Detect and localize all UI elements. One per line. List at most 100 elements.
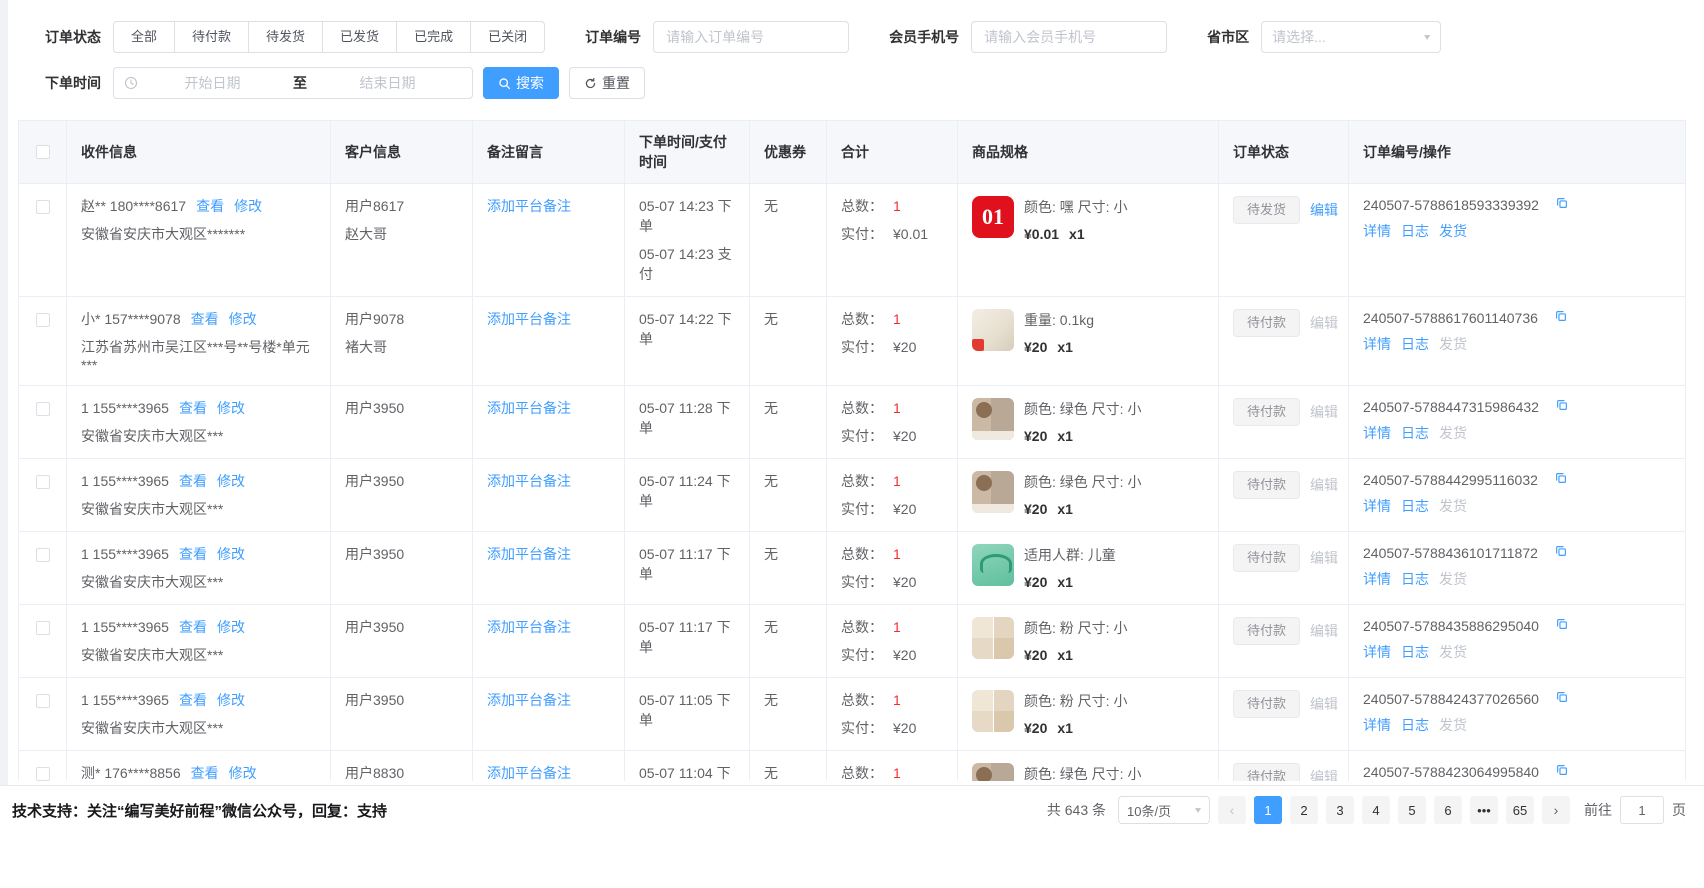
row-checkbox[interactable]: [36, 621, 50, 635]
ship-link[interactable]: 发货: [1439, 715, 1467, 735]
pagination-page-1[interactable]: 1: [1254, 796, 1282, 824]
ship-link[interactable]: 发货: [1439, 423, 1467, 443]
log-link[interactable]: 日志: [1401, 221, 1429, 241]
goto-page-input[interactable]: [1620, 796, 1664, 824]
add-platform-remark-link[interactable]: 添加平台备注: [487, 398, 610, 418]
detail-link[interactable]: 详情: [1363, 221, 1391, 241]
row-checkbox[interactable]: [36, 548, 50, 562]
view-link[interactable]: 查看: [196, 196, 224, 216]
pagination-page-5[interactable]: 5: [1398, 796, 1426, 824]
log-link[interactable]: 日志: [1401, 496, 1429, 516]
add-platform-remark-link[interactable]: 添加平台备注: [487, 309, 610, 329]
column-header-订单状态: 订单状态: [1219, 121, 1349, 183]
view-link[interactable]: 查看: [191, 309, 219, 329]
modify-link[interactable]: 修改: [217, 471, 245, 491]
phone-input[interactable]: [971, 21, 1167, 53]
edit-link[interactable]: 编辑: [1310, 621, 1338, 641]
ship-link[interactable]: 发货: [1439, 496, 1467, 516]
copy-icon[interactable]: [1555, 196, 1569, 213]
date-range-picker[interactable]: 开始日期 至 结束日期: [113, 67, 473, 99]
view-link[interactable]: 查看: [179, 398, 207, 418]
status-filter-已完成[interactable]: 已完成: [396, 21, 471, 53]
pagination-page-3[interactable]: 3: [1326, 796, 1354, 824]
log-link[interactable]: 日志: [1401, 642, 1429, 662]
pagination-prev-button[interactable]: ‹: [1218, 796, 1246, 824]
row-checkbox[interactable]: [36, 402, 50, 416]
product-price: ¥0.01: [1024, 226, 1059, 242]
detail-link[interactable]: 详情: [1363, 334, 1391, 354]
edit-link[interactable]: 编辑: [1310, 402, 1338, 422]
modify-link[interactable]: 修改: [217, 544, 245, 564]
log-link[interactable]: 日志: [1401, 423, 1429, 443]
coupon-cell: 无: [750, 297, 827, 385]
add-platform-remark-link[interactable]: 添加平台备注: [487, 763, 610, 781]
pagination-ellipsis[interactable]: •••: [1470, 796, 1498, 824]
total-cell: 总数：1实付：¥20: [827, 297, 958, 385]
region-select[interactable]: 请选择... ▾: [1261, 21, 1441, 53]
select-all-checkbox[interactable]: [36, 145, 50, 159]
log-link[interactable]: 日志: [1401, 334, 1429, 354]
view-link[interactable]: 查看: [179, 690, 207, 710]
edit-link[interactable]: 编辑: [1310, 200, 1338, 220]
view-link[interactable]: 查看: [179, 544, 207, 564]
status-filter-全部[interactable]: 全部: [113, 21, 175, 53]
pagination-page-65[interactable]: 65: [1506, 796, 1534, 824]
copy-icon[interactable]: [1555, 690, 1569, 707]
pagination-page-6[interactable]: 6: [1434, 796, 1462, 824]
status-filter-已发货[interactable]: 已发货: [322, 21, 397, 53]
add-platform-remark-link[interactable]: 添加平台备注: [487, 617, 610, 637]
edit-link[interactable]: 编辑: [1310, 694, 1338, 714]
status-filter-待发货[interactable]: 待发货: [248, 21, 323, 53]
order-no-input[interactable]: [653, 21, 849, 53]
view-link[interactable]: 查看: [179, 617, 207, 637]
copy-icon[interactable]: [1555, 763, 1569, 780]
row-checkbox[interactable]: [36, 200, 50, 214]
view-link[interactable]: 查看: [191, 763, 219, 781]
pagination-page-4[interactable]: 4: [1362, 796, 1390, 824]
modify-link[interactable]: 修改: [234, 196, 262, 216]
copy-icon[interactable]: [1555, 398, 1569, 415]
copy-icon[interactable]: [1554, 309, 1568, 326]
detail-link[interactable]: 详情: [1363, 423, 1391, 443]
search-button[interactable]: 搜索: [483, 67, 559, 99]
modify-link[interactable]: 修改: [217, 690, 245, 710]
modify-link[interactable]: 修改: [217, 398, 245, 418]
modify-link[interactable]: 修改: [229, 309, 257, 329]
copy-icon[interactable]: [1554, 471, 1568, 488]
status-filter-待付款[interactable]: 待付款: [174, 21, 249, 53]
edit-link[interactable]: 编辑: [1310, 313, 1338, 333]
add-platform-remark-link[interactable]: 添加平台备注: [487, 196, 610, 216]
ship-link[interactable]: 发货: [1439, 334, 1467, 354]
detail-link[interactable]: 详情: [1363, 715, 1391, 735]
ship-link[interactable]: 发货: [1439, 569, 1467, 589]
row-checkbox[interactable]: [36, 767, 50, 781]
status-cell: 待付款编辑: [1219, 678, 1349, 750]
copy-icon[interactable]: [1555, 617, 1569, 634]
detail-link[interactable]: 详情: [1363, 496, 1391, 516]
order-time: 05-07 11:17 下单: [639, 617, 735, 657]
copy-icon[interactable]: [1554, 544, 1568, 561]
log-link[interactable]: 日志: [1401, 569, 1429, 589]
add-platform-remark-link[interactable]: 添加平台备注: [487, 690, 610, 710]
detail-link[interactable]: 详情: [1363, 569, 1391, 589]
ship-link[interactable]: 发货: [1439, 221, 1467, 241]
ship-link[interactable]: 发货: [1439, 642, 1467, 662]
edit-link[interactable]: 编辑: [1310, 548, 1338, 568]
edit-link[interactable]: 编辑: [1310, 767, 1338, 781]
row-checkbox[interactable]: [36, 694, 50, 708]
page-size-select[interactable]: 10条/页 ▾: [1118, 796, 1210, 824]
view-link[interactable]: 查看: [179, 471, 207, 491]
row-checkbox[interactable]: [36, 475, 50, 489]
log-link[interactable]: 日志: [1401, 715, 1429, 735]
modify-link[interactable]: 修改: [229, 763, 257, 781]
reset-button[interactable]: 重置: [569, 67, 645, 99]
row-checkbox[interactable]: [36, 313, 50, 327]
detail-link[interactable]: 详情: [1363, 642, 1391, 662]
modify-link[interactable]: 修改: [217, 617, 245, 637]
pagination-page-2[interactable]: 2: [1290, 796, 1318, 824]
edit-link[interactable]: 编辑: [1310, 475, 1338, 495]
add-platform-remark-link[interactable]: 添加平台备注: [487, 544, 610, 564]
status-filter-已关闭[interactable]: 已关闭: [470, 21, 545, 53]
pagination-next-button[interactable]: ›: [1542, 796, 1570, 824]
add-platform-remark-link[interactable]: 添加平台备注: [487, 471, 610, 491]
